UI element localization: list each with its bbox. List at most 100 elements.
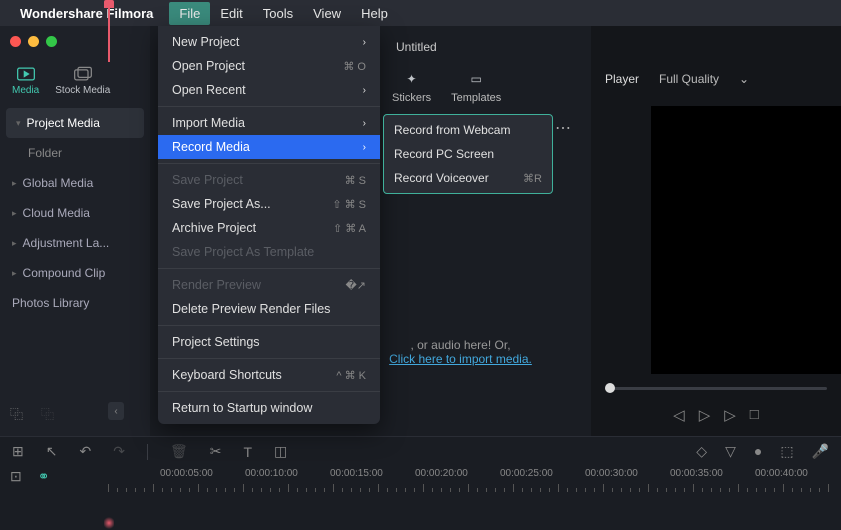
player-label: Player [605, 72, 639, 86]
menu-open-recent[interactable]: Open Recent› [158, 78, 380, 102]
menu-save-template: Save Project As Template [158, 240, 380, 264]
window-controls [10, 36, 57, 47]
play-button[interactable]: ▷ [724, 406, 736, 424]
menu-save-project: Save Project⌘ S [158, 168, 380, 192]
chevron-right-icon: › [363, 85, 366, 96]
menu-archive-project[interactable]: Archive Project⇧ ⌘ A [158, 216, 380, 240]
link-icon[interactable]: ⚭ [38, 468, 50, 485]
chevron-right-icon: ▸ [12, 268, 17, 279]
sidebar-compound-clip[interactable]: ▸Compound Clip [0, 258, 150, 288]
close-window[interactable] [10, 36, 21, 47]
tool-select-icon[interactable]: ⊞ [12, 443, 24, 460]
menu-separator [158, 325, 380, 326]
timeline-toolbar: ⊞ ↖ ↶ ↷ 🗑 ✂ T ◫ ◇ ▽ ● ⬚ 🎤 [0, 436, 841, 466]
marker2-icon[interactable]: ▽ [725, 443, 736, 460]
sidebar-project-media[interactable]: ▾Project Media [6, 108, 144, 138]
menu-render-preview: Render Preview�↗ [158, 273, 380, 297]
record-submenu: Record from Webcam Record PC Screen Reco… [383, 114, 553, 194]
cut-icon[interactable]: ✂ [210, 443, 222, 460]
time-mark: 00:00:20:00 [415, 468, 468, 479]
menu-keyboard-shortcuts[interactable]: Keyboard Shortcuts^ ⌘ K [158, 363, 380, 387]
sidebar: Media Stock Media ▾Project Media Folder … [0, 26, 150, 436]
menu-help[interactable]: Help [351, 2, 398, 25]
crop-icon[interactable]: ◫ [274, 443, 287, 460]
tab-templates[interactable]: ▭ Templates [451, 70, 501, 104]
new-folder-icon[interactable]: ⿻ [10, 404, 23, 423]
timeline-options-icon[interactable]: ⊡ [10, 468, 22, 485]
record-icon[interactable]: ● [754, 443, 762, 460]
menu-tools[interactable]: Tools [253, 2, 303, 25]
redo-icon[interactable]: ↷ [113, 443, 125, 460]
drop-hint: , or audio here! Or, Click here to impor… [350, 338, 571, 366]
menu-return-startup[interactable]: Return to Startup window [158, 396, 380, 420]
import-link[interactable]: Click here to import media. [389, 352, 532, 366]
sidebar-photos-library[interactable]: Photos Library [0, 288, 150, 318]
tool-cursor-icon[interactable]: ↖ [46, 443, 58, 460]
maximize-window[interactable] [46, 36, 57, 47]
chevron-right-icon: › [363, 142, 366, 153]
record-webcam[interactable]: Record from Webcam [384, 118, 552, 142]
audio-mix-icon[interactable]: ⬚ [780, 443, 793, 460]
media-icon [16, 66, 36, 82]
kebab-menu[interactable]: ⋯ [555, 118, 573, 138]
scrub-bar[interactable] [591, 380, 841, 396]
sidebar-folder[interactable]: Folder [0, 138, 150, 168]
menu-record-media[interactable]: Record Media› [158, 135, 380, 159]
menu-open-project[interactable]: Open Project⌘ O [158, 54, 380, 78]
quality-select[interactable]: Full Quality ⌄ [659, 72, 749, 86]
sidebar-cloud-media[interactable]: ▸Cloud Media [0, 198, 150, 228]
menu-view[interactable]: View [303, 2, 351, 25]
sticker-icon: ✦ [401, 70, 423, 88]
chevron-down-icon: ▾ [16, 118, 21, 129]
undo-icon[interactable]: ↶ [79, 443, 91, 460]
time-mark: 00:00:25:00 [500, 468, 553, 479]
menu-import-media[interactable]: Import Media› [158, 111, 380, 135]
video-preview[interactable] [651, 106, 841, 374]
minimize-window[interactable] [28, 36, 39, 47]
stop-button[interactable]: □ [750, 406, 759, 424]
marker-icon[interactable]: ◇ [696, 443, 707, 460]
separator [147, 444, 148, 460]
stock-icon [73, 66, 93, 82]
sidebar-adjustment-layer[interactable]: ▸Adjustment La... [0, 228, 150, 258]
time-mark: 00:00:35:00 [670, 468, 723, 479]
file-menu: New Project› Open Project⌘ O Open Recent… [158, 26, 380, 424]
menu-separator [158, 268, 380, 269]
delete-icon[interactable]: 🗑 [170, 443, 188, 460]
collapse-sidebar[interactable]: ‹ [108, 402, 124, 420]
menu-project-settings[interactable]: Project Settings [158, 330, 380, 354]
menu-separator [158, 106, 380, 107]
menu-save-as[interactable]: Save Project As...⇧ ⌘ S [158, 192, 380, 216]
text-icon[interactable]: T [243, 444, 252, 460]
next-frame-button[interactable]: ▷ [699, 406, 711, 424]
mic-icon[interactable]: 🎤 [812, 443, 829, 460]
menu-file[interactable]: File [169, 2, 210, 25]
menu-new-project[interactable]: New Project› [158, 30, 380, 54]
folder-icon[interactable]: ⿻ [41, 404, 54, 423]
lib-tab-stock[interactable]: Stock Media [55, 66, 110, 96]
lib-tab-media[interactable]: Media [12, 66, 39, 96]
time-ruler[interactable]: ⊡ ⚭ 00:00:05:0000:00:10:0000:00:15:0000:… [0, 466, 841, 492]
player-panel: Player Full Quality ⌄ ◁ ▷ ▷ □ [591, 26, 841, 436]
transport-controls: ◁ ▷ ▷ □ [591, 396, 841, 436]
chevron-right-icon: › [363, 37, 366, 48]
menu-separator [158, 163, 380, 164]
record-screen[interactable]: Record PC Screen [384, 142, 552, 166]
playhead[interactable] [108, 2, 110, 62]
window-title: Untitled [396, 40, 437, 54]
record-voiceover[interactable]: Record Voiceover⌘R [384, 166, 552, 190]
templates-icon: ▭ [465, 70, 487, 88]
chevron-right-icon: ▸ [12, 178, 17, 189]
sidebar-global-media[interactable]: ▸Global Media [0, 168, 150, 198]
tab-stickers[interactable]: ✦ Stickers [392, 70, 431, 104]
scrub-thumb[interactable] [605, 383, 615, 393]
menu-separator [158, 358, 380, 359]
lib-tab-label: Stock Media [55, 85, 110, 96]
prev-frame-button[interactable]: ◁ [673, 406, 685, 424]
menu-edit[interactable]: Edit [210, 2, 252, 25]
timeline[interactable]: ⊡ ⚭ 00:00:05:0000:00:10:0000:00:15:0000:… [0, 466, 841, 530]
menu-delete-render[interactable]: Delete Preview Render Files [158, 297, 380, 321]
lib-tab-label: Media [12, 85, 39, 96]
playhead-glow [104, 516, 114, 530]
chevron-right-icon: ▸ [12, 208, 17, 219]
